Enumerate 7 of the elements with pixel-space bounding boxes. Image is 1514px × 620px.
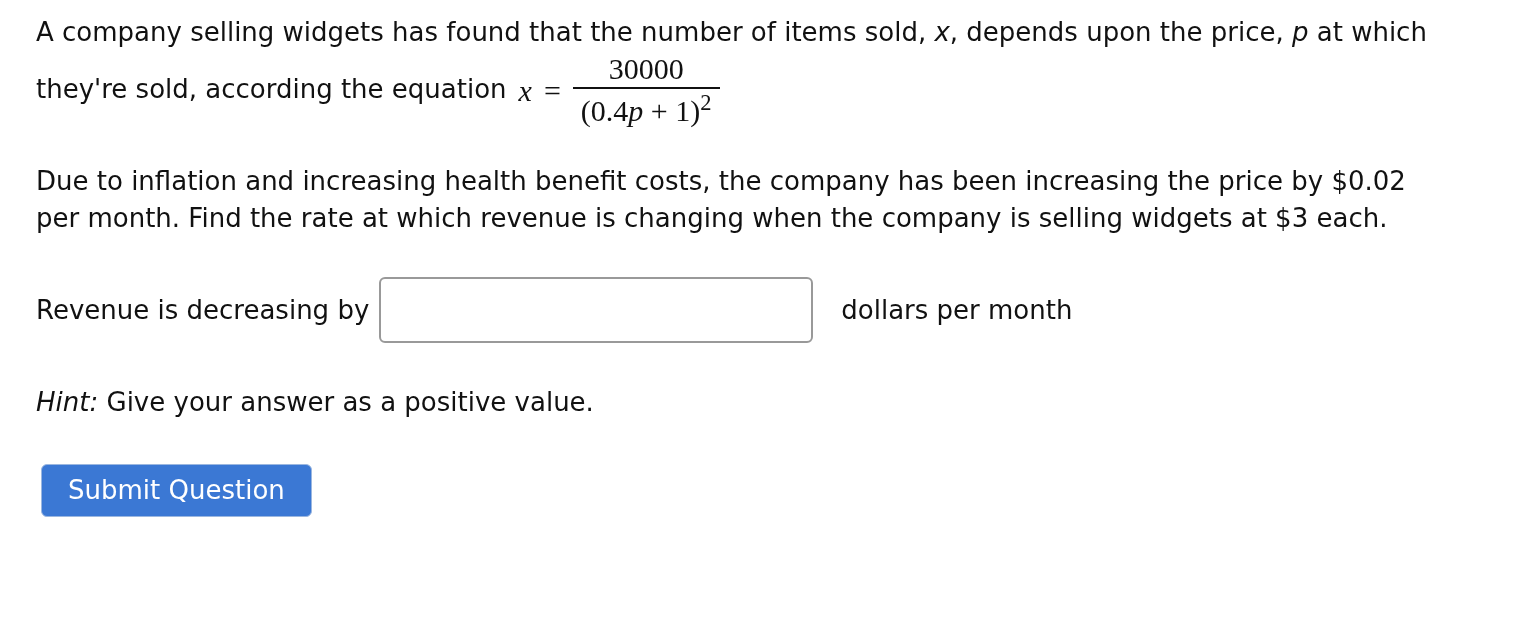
question-text: A company selling widgets has found that the number of items sold, x, depends upon the price, p at which they're sold, according the equation x = 30000 (0.4p + 1)$^{2}$ [36, 16, 1428, 129]
answer-label: Revenue is decreasing by [36, 293, 370, 327]
unit-label: dollars per month [841, 293, 1073, 327]
submit-button[interactable]: Submit Question [41, 464, 312, 517]
answer-field[interactable] [379, 277, 814, 343]
question-text: Due to inflation and increasing health benefit costs, the company has been increasing the price by $0.02 per month. Find the rate at which revenue is changing when the company is selling widgets at $3 each. [36, 165, 1407, 235]
hint-text: Hint: Give your answer as a positive value. [36, 386, 595, 419]
